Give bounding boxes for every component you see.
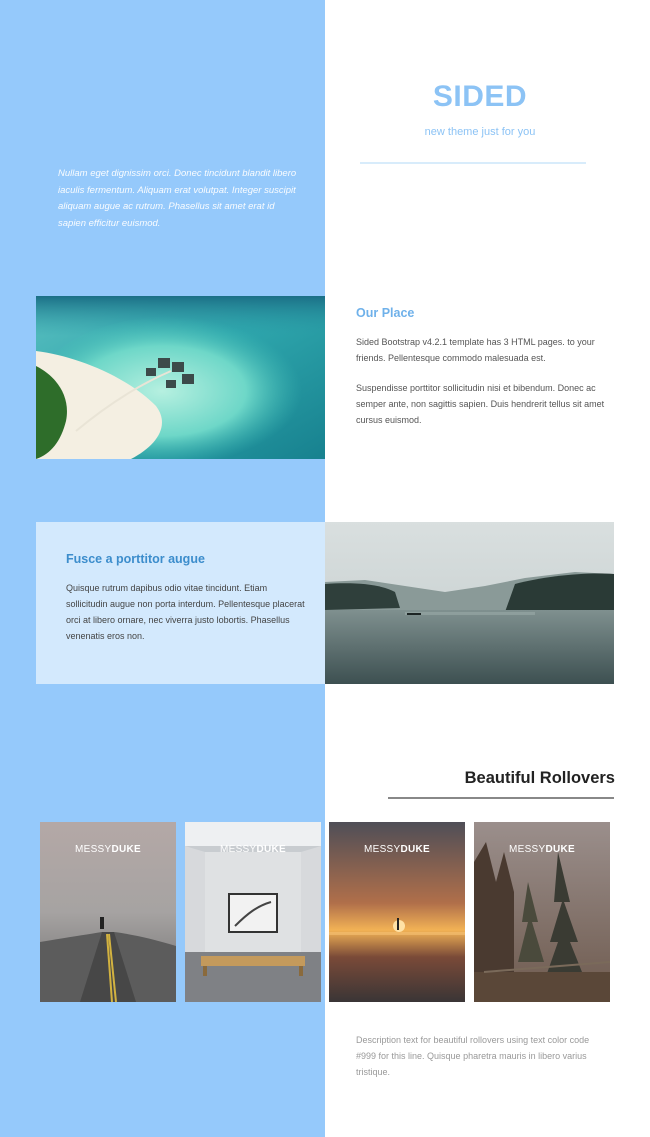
intro-text: Nullam eget dignissim orci. Donec tincid… [58, 168, 297, 229]
our-place-title: Our Place [356, 306, 415, 320]
rollovers-divider [388, 797, 614, 799]
brand-title[interactable]: SIDED [330, 80, 630, 114]
card-brand-label: MESSYDUKE [363, 844, 431, 855]
brand-divider [360, 162, 586, 164]
island-photo [36, 296, 325, 459]
fusce-title: Fusce a porttitor augue [66, 552, 205, 566]
our-place-paragraph: Suspendisse porttitor sollicitudin nisi … [356, 383, 605, 425]
rollovers-description: Description text for beautiful rollovers… [356, 1035, 590, 1077]
rollover-card-gallery[interactable]: MESSYDUKE [185, 822, 321, 1002]
our-place-paragraph: Sided Bootstrap v4.2.1 template has 3 HT… [356, 337, 595, 363]
card-brand-label: MESSYDUKE [219, 844, 287, 855]
fusce-paragraph: Quisque rutrum dapibus odio vitae tincid… [66, 583, 305, 641]
rollover-card-forest[interactable]: MESSYDUKE [474, 822, 610, 1002]
rollover-card-road[interactable]: MESSYDUKE [40, 822, 176, 1002]
card-brand-label: MESSYDUKE [508, 844, 576, 855]
card-brand-label: MESSYDUKE [74, 844, 142, 855]
lake-photo [325, 522, 614, 684]
rollovers-title: Beautiful Rollovers [464, 769, 615, 787]
brand-tagline: new theme just for you [424, 126, 536, 138]
rollover-card-sunset[interactable]: MESSYDUKE [329, 822, 465, 1002]
